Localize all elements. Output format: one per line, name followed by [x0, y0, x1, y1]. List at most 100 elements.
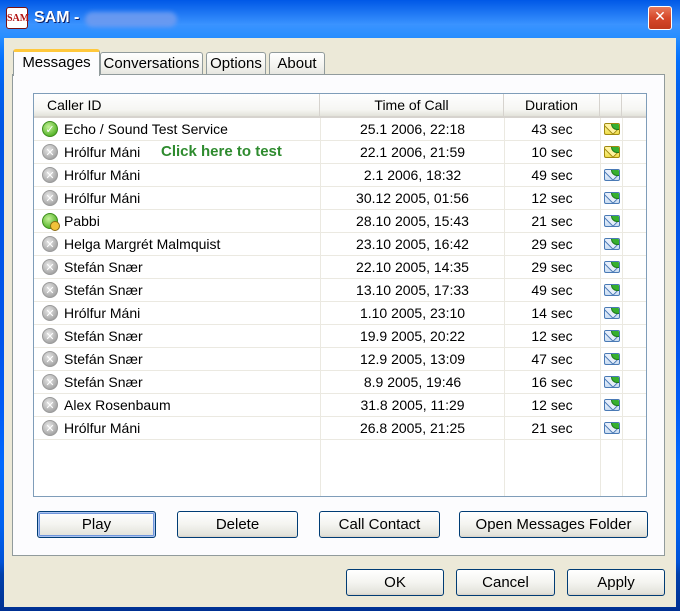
- tab-conversations[interactable]: Conversations: [100, 52, 203, 74]
- message-cell[interactable]: [604, 236, 620, 252]
- message-cell[interactable]: [604, 190, 620, 206]
- cancel-button[interactable]: Cancel: [456, 569, 555, 596]
- title-bar[interactable]: SAM SAM - ✕: [0, 0, 680, 38]
- duration-cell: 21 sec: [531, 420, 573, 436]
- message-cell[interactable]: [604, 259, 620, 275]
- table-row[interactable]: ✕ Alex Rosenbaum 31.8 2005, 11:29 12 sec: [34, 394, 646, 417]
- table-row[interactable]: ✕ Hrólfur Máni Click here to test 22.1 2006…: [34, 141, 646, 164]
- gray-x-icon: ✕: [42, 259, 58, 275]
- column-header-filler: [622, 94, 646, 116]
- read-message-icon: [604, 399, 620, 411]
- read-message-icon: [604, 169, 620, 181]
- messages-panel: Caller ID Time of Call Duration ✓ Echo / …: [12, 74, 665, 556]
- caller-id-cell: Stefán Snær: [64, 328, 143, 344]
- duration-cell: 12 sec: [531, 190, 573, 206]
- time-of-call-cell: 26.8 2005, 21:25: [359, 420, 466, 436]
- time-of-call-cell: 22.1 2006, 21:59: [359, 144, 466, 160]
- duration-cell: 21 sec: [531, 213, 573, 229]
- message-cell[interactable]: [604, 144, 620, 160]
- messages-list[interactable]: Caller ID Time of Call Duration ✓ Echo / …: [33, 93, 647, 497]
- message-cell[interactable]: [604, 420, 620, 436]
- gray-x-icon: ✕: [42, 190, 58, 206]
- time-of-call-cell: 23.10 2005, 16:42: [356, 236, 469, 252]
- gray-x-icon: ✕: [42, 167, 58, 183]
- read-message-icon: [604, 330, 620, 342]
- gray-x-icon: ✕: [42, 328, 58, 344]
- message-cell[interactable]: [604, 397, 620, 413]
- open-messages-folder-button[interactable]: Open Messages Folder: [459, 511, 648, 538]
- column-header-caller-id[interactable]: Caller ID: [34, 94, 320, 116]
- duration-cell: 16 sec: [531, 374, 573, 390]
- unread-message-icon: [604, 123, 620, 135]
- table-row[interactable]: ✕ Hrólfur Máni 26.8 2005, 21:25 21 sec: [34, 417, 646, 440]
- caller-id-cell: Stefán Snær: [64, 351, 143, 367]
- column-header-time-of-call[interactable]: Time of Call: [320, 94, 504, 116]
- duration-cell: 49 sec: [531, 282, 573, 298]
- time-of-call-cell: 13.10 2005, 17:33: [356, 282, 469, 298]
- close-button[interactable]: ✕: [648, 6, 672, 30]
- click-here-to-test-link[interactable]: Click here to test: [161, 141, 282, 163]
- message-cell[interactable]: [604, 282, 620, 298]
- duration-cell: 14 sec: [531, 305, 573, 321]
- caller-id-cell: Stefán Snær: [64, 259, 143, 275]
- green-clock-icon: [42, 213, 60, 231]
- gray-x-icon: ✕: [42, 282, 58, 298]
- sam-window: SAM SAM - ✕ Messages Conversations Optio…: [0, 0, 680, 611]
- table-row[interactable]: ✕ Stefán Snær 12.9 2005, 13:09 47 sec: [34, 348, 646, 371]
- time-of-call-cell: 31.8 2005, 11:29: [360, 397, 465, 413]
- message-cell[interactable]: [604, 374, 620, 390]
- read-message-icon: [604, 307, 620, 319]
- table-row[interactable]: ✕ Stefán Snær 8.9 2005, 19:46 16 sec: [34, 371, 646, 394]
- time-of-call-cell: 2.1 2006, 18:32: [363, 167, 462, 183]
- apply-button[interactable]: Apply: [567, 569, 665, 596]
- message-cell[interactable]: [604, 121, 620, 137]
- message-cell[interactable]: [604, 305, 620, 321]
- tab-about[interactable]: About: [269, 52, 325, 74]
- caller-id-cell: Stefán Snær: [64, 374, 143, 390]
- read-message-icon: [604, 284, 620, 296]
- table-row[interactable]: ✕ Hrólfur Máni 30.12 2005, 01:56 12 sec: [34, 187, 646, 210]
- table-row[interactable]: ✕ Hrólfur Máni 2.1 2006, 18:32 49 sec: [34, 164, 646, 187]
- unread-message-icon: [604, 146, 620, 158]
- read-message-icon: [604, 261, 620, 273]
- duration-cell: 12 sec: [531, 397, 573, 413]
- tab-options[interactable]: Options: [206, 52, 266, 74]
- read-message-icon: [604, 353, 620, 365]
- duration-cell: 10 sec: [531, 144, 573, 160]
- green-check-icon: ✓: [42, 121, 58, 137]
- time-of-call-cell: 1.10 2005, 23:10: [359, 305, 466, 321]
- message-cell[interactable]: [604, 213, 620, 229]
- tab-messages[interactable]: Messages: [13, 49, 100, 76]
- table-row[interactable]: ✕ Helga Margrét Malmquist 23.10 2005, 16:4…: [34, 233, 646, 256]
- caller-id-cell: Hrólfur Máni: [64, 190, 141, 206]
- gray-x-icon: ✕: [42, 397, 58, 413]
- table-row[interactable]: ✕ Stefán Snær 22.10 2005, 14:35 29 sec: [34, 256, 646, 279]
- dialog-client-area: Messages Conversations Options About Cal…: [4, 38, 676, 607]
- call-contact-button[interactable]: Call Contact: [319, 511, 440, 538]
- play-button[interactable]: Play: [37, 511, 156, 538]
- gray-x-icon: ✕: [42, 305, 58, 321]
- caller-id-cell: Hrólfur Máni: [64, 144, 141, 160]
- read-message-icon: [604, 422, 620, 434]
- table-row[interactable]: ✓ Echo / Sound Test Service 25.1 2006, 22:…: [34, 118, 646, 141]
- delete-button[interactable]: Delete: [177, 511, 298, 538]
- ok-button[interactable]: OK: [346, 569, 444, 596]
- table-row[interactable]: ✕ Stefán Snær 13.10 2005, 17:33 49 sec: [34, 279, 646, 302]
- column-header-duration[interactable]: Duration: [504, 94, 600, 116]
- time-of-call-cell: 28.10 2005, 15:43: [356, 213, 469, 229]
- gray-x-icon: ✕: [42, 420, 58, 436]
- table-row[interactable]: ✕ Hrólfur Máni 1.10 2005, 23:10 14 sec: [34, 302, 646, 325]
- duration-cell: 47 sec: [531, 351, 573, 367]
- table-row[interactable]: Pabbi 28.10 2005, 15:43 21 sec: [34, 210, 646, 233]
- duration-cell: 29 sec: [531, 259, 573, 275]
- message-cell[interactable]: [604, 328, 620, 344]
- caller-id-cell: Hrólfur Máni: [64, 305, 141, 321]
- message-cell[interactable]: [604, 167, 620, 183]
- message-cell[interactable]: [604, 351, 620, 367]
- table-row[interactable]: ✕ Stefán Snær 19.9 2005, 20:22 12 sec: [34, 325, 646, 348]
- caller-id-cell: Stefán Snær: [64, 282, 143, 298]
- column-header-message-icon[interactable]: [600, 94, 622, 116]
- window-title: SAM -: [34, 9, 80, 26]
- time-of-call-cell: 8.9 2005, 19:46: [363, 374, 462, 390]
- time-of-call-cell: 25.1 2006, 22:18: [359, 121, 466, 137]
